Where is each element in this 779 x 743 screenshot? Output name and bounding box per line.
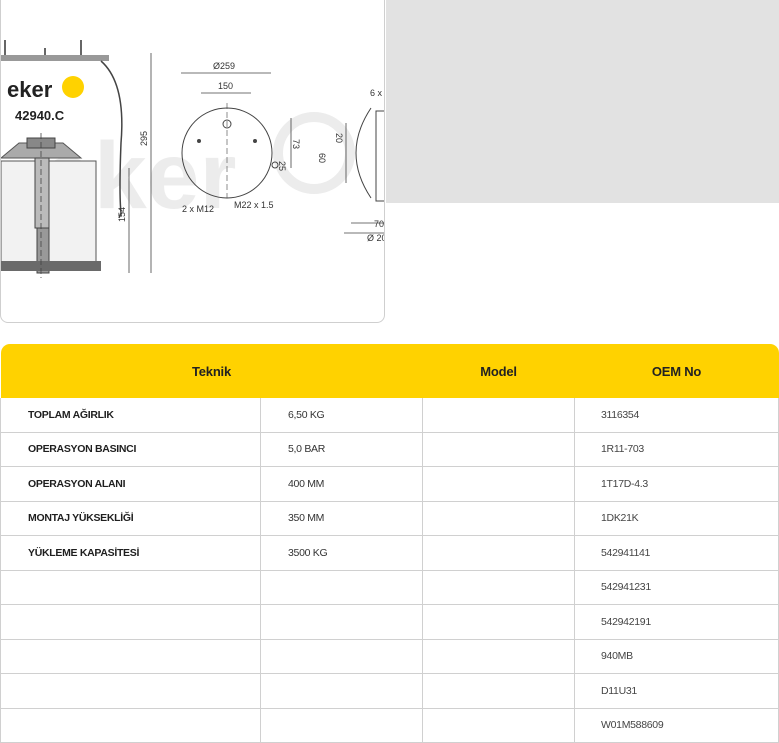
row-model xyxy=(422,604,575,640)
table-row: MONTAJ YÜKSEKLİĞİ 350 MM 1DK21K xyxy=(0,500,779,536)
table-row: OPERASYON ALANI 400 MM 1T17D-4.3 xyxy=(0,466,779,502)
row-oem: 542942191 xyxy=(574,604,779,640)
svg-text:Ø259: Ø259 xyxy=(213,61,235,71)
svg-text:25: 25 xyxy=(277,161,287,171)
row-oem: 1T17D-4.3 xyxy=(574,466,779,502)
row-model xyxy=(422,431,575,467)
brand-logo-dot xyxy=(62,76,84,98)
table-row: 542942191 xyxy=(0,604,779,640)
watermark-ring xyxy=(273,112,355,194)
row-value xyxy=(260,673,423,709)
svg-text:73: 73 xyxy=(291,139,301,149)
table-row: TOPLAM AĞIRLIK 6,50 KG 3116354 xyxy=(0,398,779,433)
table-row: D11U31 xyxy=(0,673,779,709)
row-oem: D11U31 xyxy=(574,673,779,709)
row-value xyxy=(260,569,423,605)
row-value xyxy=(260,638,423,674)
grey-panel xyxy=(386,0,779,203)
row-model xyxy=(422,535,575,571)
row-label xyxy=(0,707,261,743)
row-label: OPERASYON ALANI xyxy=(0,466,261,502)
technical-drawing: eker eker 42940.C 295 154 Ø259 150 73 25… xyxy=(1,40,385,278)
header-oem: OEM No xyxy=(651,363,702,379)
row-model xyxy=(422,638,575,674)
svg-text:2 x M12: 2 x M12 xyxy=(182,204,214,214)
specification-table: Teknik Model OEM No TOPLAM AĞIRLIK 6,50 K… xyxy=(0,344,779,743)
row-value: 350 MM xyxy=(260,500,423,536)
row-model xyxy=(422,466,575,502)
row-model xyxy=(422,707,575,743)
table-row: W01M588609 xyxy=(0,707,779,743)
header-teknik: Teknik xyxy=(191,363,232,379)
row-oem: 542941231 xyxy=(574,569,779,605)
svg-text:70: 70 xyxy=(374,219,384,229)
row-model xyxy=(422,673,575,709)
row-value: 5,0 BAR xyxy=(260,431,423,467)
svg-text:20: 20 xyxy=(334,133,344,143)
row-label: OPERASYON BASINCI xyxy=(0,431,261,467)
row-label xyxy=(0,673,261,709)
svg-text:60: 60 xyxy=(317,153,327,163)
brand-logo-text: eker xyxy=(7,77,53,102)
row-model xyxy=(422,569,575,605)
row-value: 3500 KG xyxy=(260,535,423,571)
row-value xyxy=(260,604,423,640)
table-row: YÜKLEME KAPASİTESİ 3500 KG 542941141 xyxy=(0,535,779,571)
row-oem: 1R11-703 xyxy=(574,431,779,467)
row-oem: 940MB xyxy=(574,638,779,674)
svg-text:Ø 20: Ø 20 xyxy=(367,233,385,243)
row-value xyxy=(260,707,423,743)
svg-text:295: 295 xyxy=(139,131,149,146)
row-value: 6,50 KG xyxy=(260,398,423,433)
svg-text:M22 x 1.5: M22 x 1.5 xyxy=(234,200,274,210)
table-row: 940MB xyxy=(0,638,779,674)
row-label xyxy=(0,638,261,674)
row-oem: W01M588609 xyxy=(574,707,779,743)
row-value: 400 MM xyxy=(260,466,423,502)
row-label xyxy=(0,604,261,640)
svg-text:6 x: 6 x xyxy=(370,88,383,98)
part-code: 42940.C xyxy=(15,108,65,123)
row-label xyxy=(0,569,261,605)
row-model xyxy=(422,500,575,536)
table-header-row: Teknik Model OEM No xyxy=(0,344,779,398)
svg-text:150: 150 xyxy=(218,81,233,91)
row-label: YÜKLEME KAPASİTESİ xyxy=(0,535,261,571)
svg-text:154: 154 xyxy=(117,207,127,222)
row-label: TOPLAM AĞIRLIK xyxy=(0,398,261,433)
product-drawing: eker eker 42940.C 295 154 Ø259 150 73 25… xyxy=(0,0,385,323)
row-model xyxy=(422,398,575,433)
row-oem: 3116354 xyxy=(574,398,779,433)
row-label: MONTAJ YÜKSEKLİĞİ xyxy=(0,500,261,536)
table-row: 542941231 xyxy=(0,569,779,605)
header-model: Model xyxy=(480,363,517,379)
row-oem: 542941141 xyxy=(574,535,779,571)
row-oem: 1DK21K xyxy=(574,500,779,536)
table-row: OPERASYON BASINCI 5,0 BAR 1R11-703 xyxy=(0,431,779,467)
